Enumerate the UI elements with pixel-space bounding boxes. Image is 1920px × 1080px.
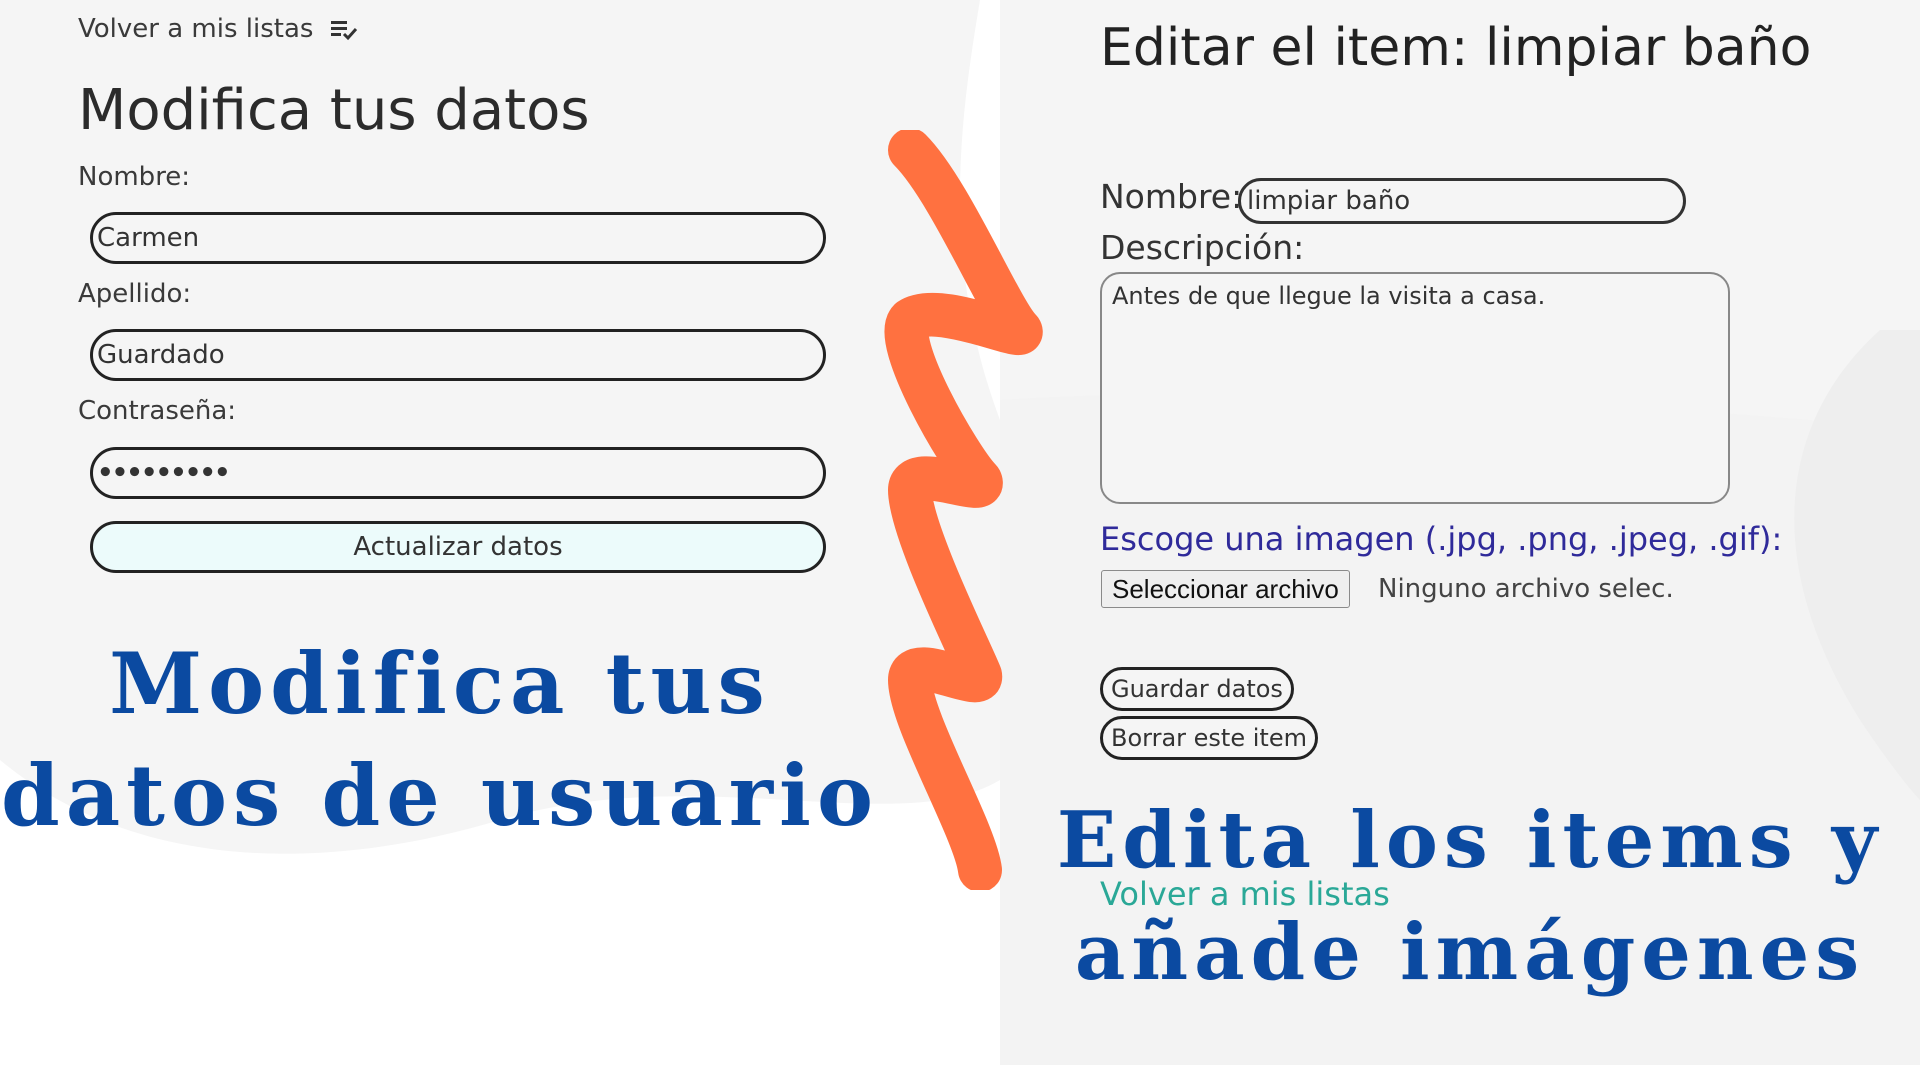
item-name-label: Nombre: bbox=[1100, 177, 1243, 216]
page-title: Modifica tus datos bbox=[78, 78, 590, 143]
first-name-input[interactable] bbox=[90, 212, 826, 264]
first-name-label: Nombre: bbox=[78, 162, 191, 192]
password-label: Contraseña: bbox=[78, 396, 237, 426]
promo-right-line-2: añade imágenes bbox=[1074, 907, 1866, 998]
password-input[interactable] bbox=[90, 447, 826, 499]
item-name-input[interactable] bbox=[1238, 178, 1686, 224]
promo-left-line-2: datos de usuario bbox=[0, 746, 879, 845]
delete-item-button[interactable]: Borrar este item bbox=[1100, 716, 1318, 760]
promo-right-line-1: Edita los items y bbox=[1056, 795, 1884, 886]
description-label: Descripción: bbox=[1100, 228, 1305, 267]
image-upload-label: Escoge una imagen (.jpg, .png, .jpeg, .g… bbox=[1100, 520, 1783, 558]
back-to-lists-link[interactable]: Volver a mis listas bbox=[78, 14, 359, 44]
description-textarea[interactable]: Antes de que llegue la visita a casa. bbox=[1100, 272, 1730, 504]
promo-left-line-1: Modifica tus bbox=[109, 634, 771, 733]
playlist-check-icon bbox=[331, 21, 358, 41]
orange-zigzag-divider bbox=[884, 130, 1043, 890]
update-data-button[interactable]: Actualizar datos bbox=[90, 521, 826, 573]
save-data-button[interactable]: Guardar datos bbox=[1100, 667, 1294, 711]
file-status-text: Ninguno archivo selec. bbox=[1378, 574, 1674, 604]
last-name-input[interactable] bbox=[90, 329, 826, 381]
back-link-label: Volver a mis listas bbox=[78, 14, 314, 44]
select-file-button[interactable]: Seleccionar archivo bbox=[1101, 570, 1350, 608]
last-name-label: Apellido: bbox=[78, 279, 192, 309]
edit-item-title: Editar el item: limpiar baño bbox=[1100, 18, 1812, 78]
